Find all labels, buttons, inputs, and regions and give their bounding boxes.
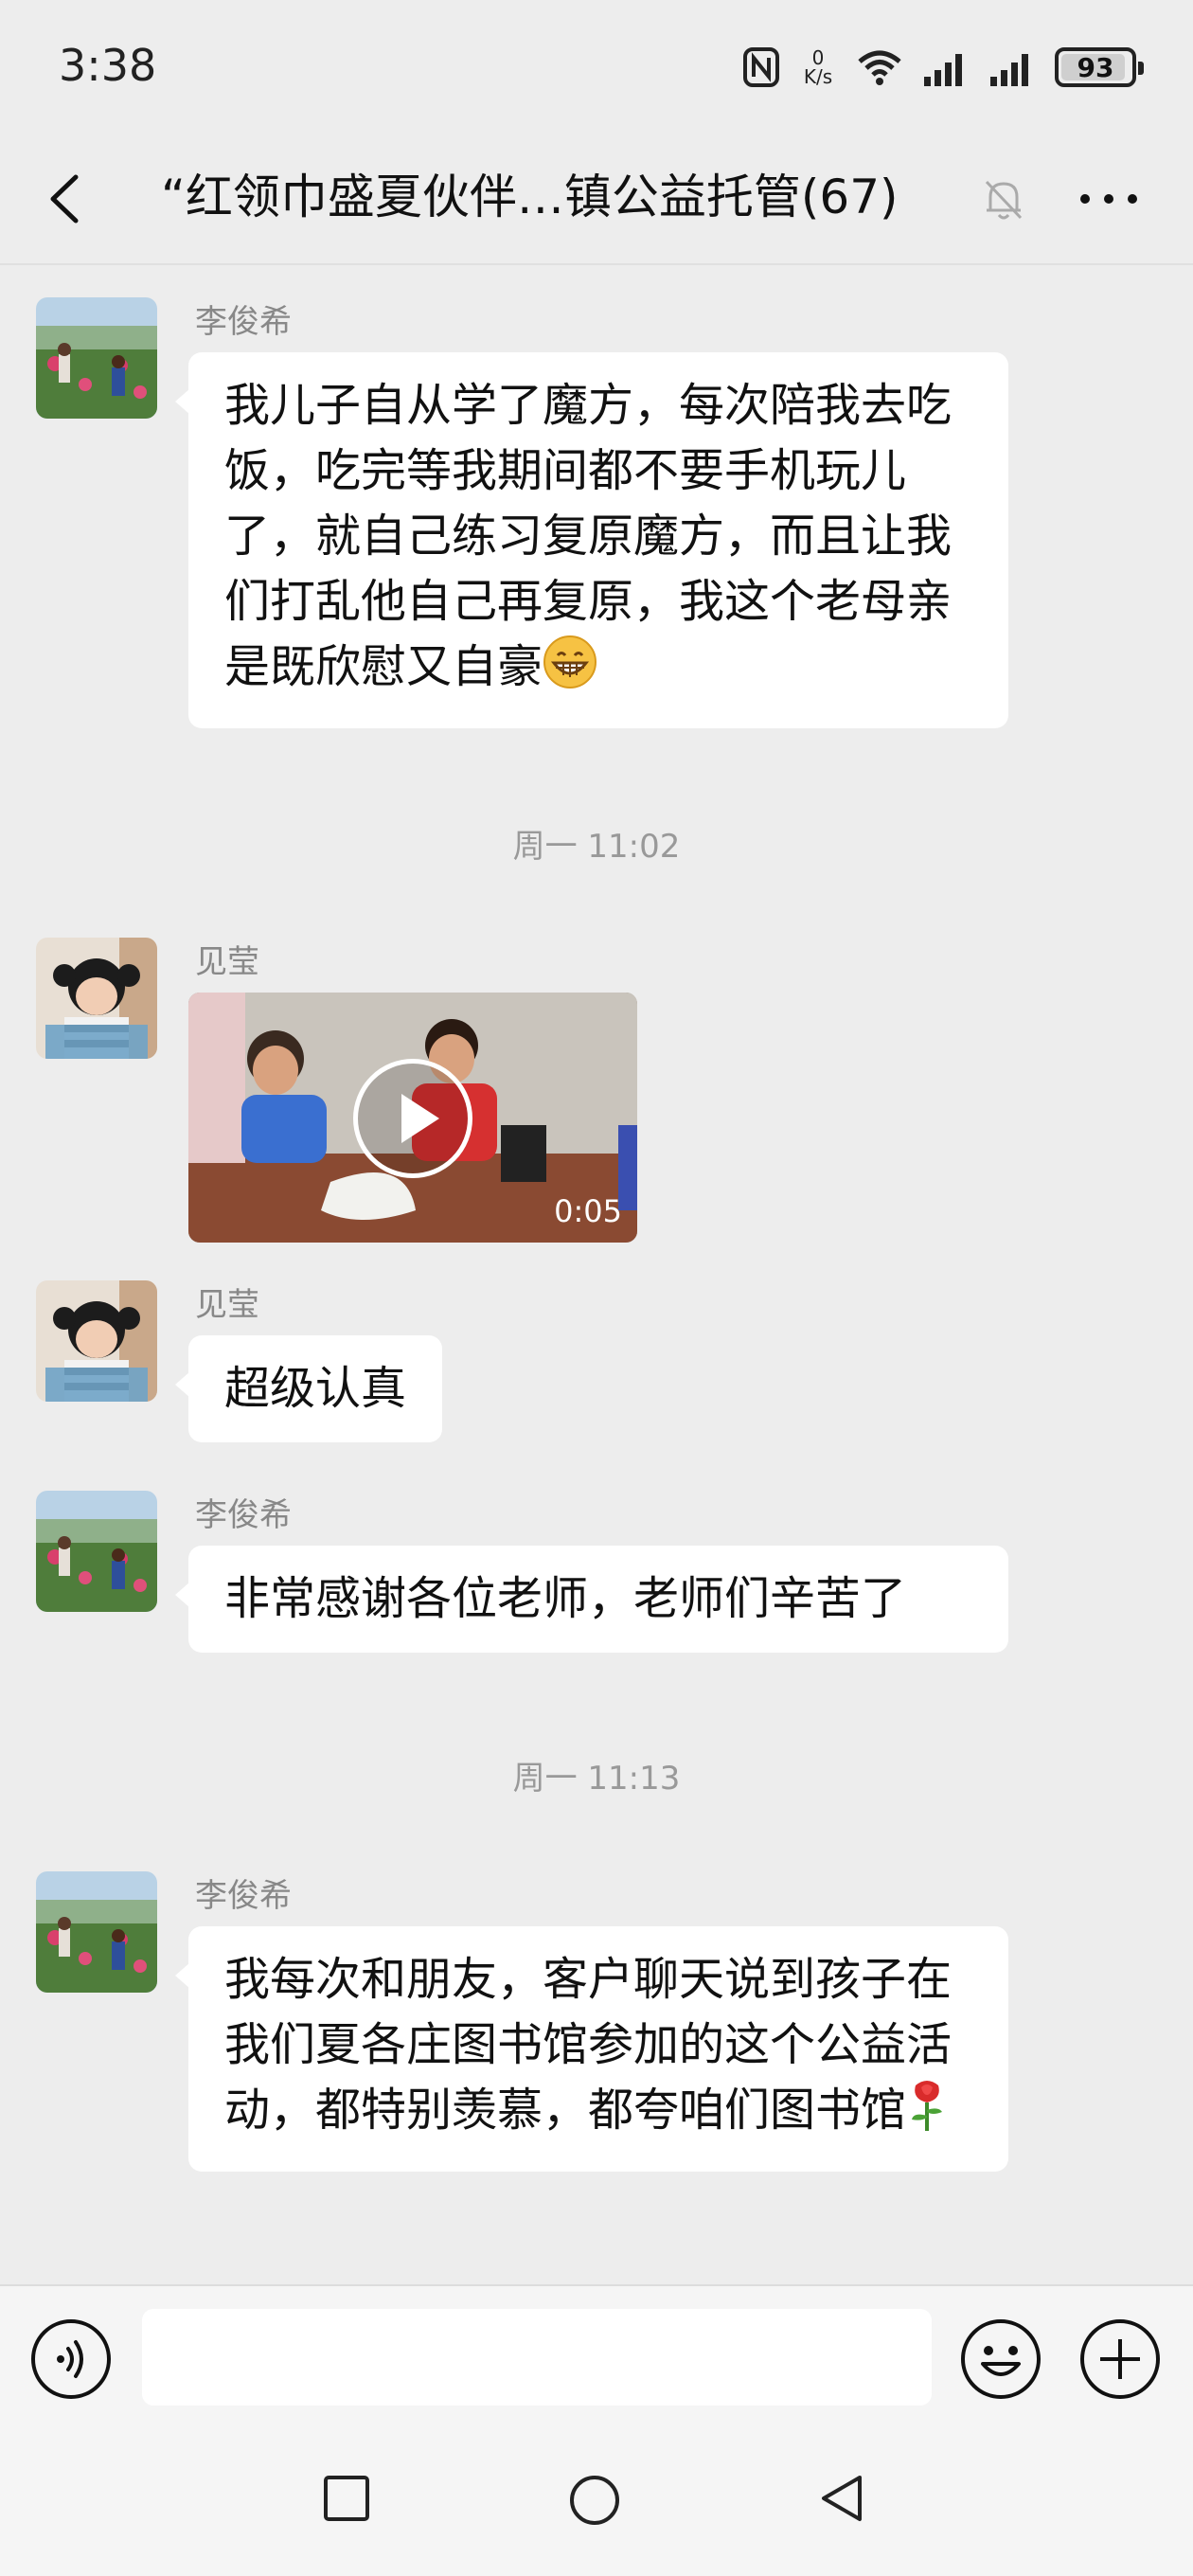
net-speed-value: 0 <box>811 46 825 69</box>
net-speed: 0 K/s <box>799 48 837 86</box>
smiley-icon <box>961 2319 1041 2399</box>
avatar[interactable] <box>36 938 157 1059</box>
sender-name: 李俊希 <box>195 303 292 341</box>
rose-emoji-icon <box>906 2078 948 2151</box>
recent-apps-button[interactable] <box>322 2474 371 2523</box>
sender-name: 李俊希 <box>195 1877 292 1915</box>
circle-icon <box>570 2476 619 2525</box>
emoji-button[interactable] <box>960 2318 1042 2400</box>
message-bubble[interactable]: 我每次和朋友，客户聊天说到孩子在我们夏各庄图书馆参加的这个公益活动，都特别羡慕，… <box>175 1926 1008 2172</box>
message-bubble[interactable]: 超级认真 <box>174 1335 443 1442</box>
more-icon <box>1080 194 1137 204</box>
battery-percent: 93 <box>1077 51 1114 83</box>
signal-icon-1 <box>922 48 970 86</box>
avatar[interactable] <box>36 1871 157 1993</box>
sender-name: 李俊希 <box>195 1496 292 1534</box>
message-text: 我每次和朋友，客户聊天说到孩子在我们夏各庄图书馆参加的这个公益活动，都特别羡慕，… <box>224 1953 953 2137</box>
chat-title: “红领巾盛夏伙伴…镇公益托管(67) <box>161 170 899 224</box>
status-time: 3:38 <box>59 40 157 91</box>
signal-icon-2 <box>988 48 1036 86</box>
net-speed-unit: K/s <box>803 65 833 88</box>
nav-back-button[interactable] <box>816 2472 869 2525</box>
input-bar <box>0 2284 1193 2426</box>
timestamp: 周一 11:02 <box>512 828 681 866</box>
wifi-icon <box>856 48 903 86</box>
sender-name: 见莹 <box>195 1286 259 1324</box>
play-icon[interactable] <box>353 1059 472 1178</box>
avatar[interactable] <box>36 1491 157 1612</box>
timestamp: 周一 11:13 <box>512 1760 681 1798</box>
sender-name: 见莹 <box>195 943 259 981</box>
video-duration: 0:05 <box>554 1193 622 1229</box>
message-input[interactable] <box>142 2309 932 2406</box>
status-bar: 3:38 0 K/s 93 <box>0 0 1193 133</box>
muted-bell-icon <box>977 172 1030 225</box>
home-button[interactable] <box>568 2474 621 2527</box>
triangle-back-icon <box>822 2476 862 2521</box>
chat-messages[interactable]: 李俊希 我儿子自从学了魔方，每次陪我去吃饭，吃完等我期间都不要手机玩儿了，就自己… <box>0 267 1193 2284</box>
chevron-left-icon <box>50 174 79 224</box>
nfc-icon <box>742 46 780 88</box>
voice-icon <box>31 2319 111 2399</box>
plus-icon <box>1080 2319 1160 2399</box>
back-button[interactable] <box>38 166 95 232</box>
grinning-face-emoji-icon <box>543 635 597 707</box>
video-message[interactable]: 0:05 <box>188 993 637 1243</box>
avatar[interactable] <box>36 297 157 419</box>
message-text: 非常感谢各位老师，老师们辛苦了 <box>224 1572 907 1625</box>
more-options-button[interactable] <box>1074 170 1144 227</box>
more-functions-button[interactable] <box>1079 2318 1161 2400</box>
message-text: 超级认真 <box>224 1362 407 1415</box>
system-nav-bar <box>0 2426 1193 2576</box>
message-bubble[interactable]: 我儿子自从学了魔方，每次陪我去吃饭，吃完等我期间都不要手机玩儿了，就自己练习复原… <box>175 352 1008 728</box>
status-icons: 0 K/s 93 <box>742 44 1144 91</box>
square-icon <box>324 2476 369 2521</box>
voice-input-button[interactable] <box>30 2318 112 2400</box>
avatar[interactable] <box>36 1280 157 1402</box>
chat-header: “红领巾盛夏伙伴…镇公益托管(67) <box>0 133 1193 265</box>
message-bubble[interactable]: 非常感谢各位老师，老师们辛苦了 <box>175 1546 1008 1653</box>
battery-icon: 93 <box>1055 47 1144 87</box>
